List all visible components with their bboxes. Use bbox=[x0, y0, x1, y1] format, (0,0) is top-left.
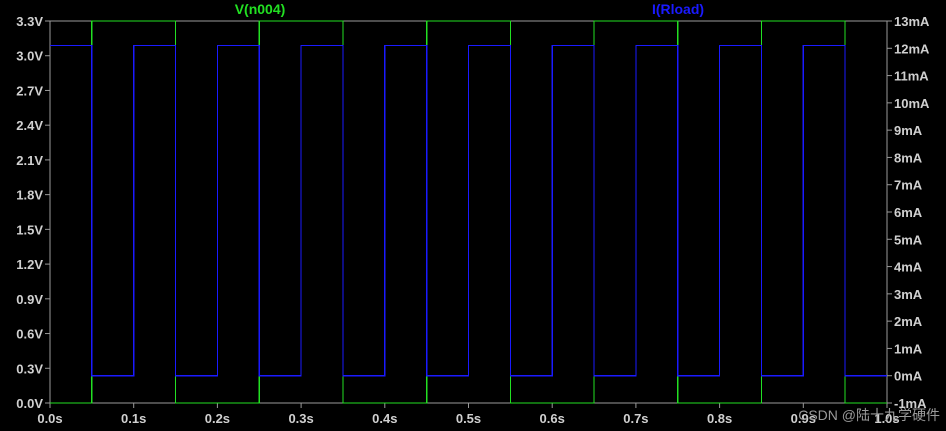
y-left-tick-label: 1.5V bbox=[16, 222, 43, 237]
x-tick-label: 0.5s bbox=[456, 411, 481, 426]
y-left-tick-label: 0.3V bbox=[16, 361, 43, 376]
y-left-tick-label: 1.8V bbox=[16, 188, 43, 203]
y-left-tick-label: 0.9V bbox=[16, 292, 43, 307]
y-right-tick-label: 7mA bbox=[894, 178, 923, 193]
y-left-tick-label: 0.6V bbox=[16, 327, 43, 342]
watermark-text: CSDN @陆十九学硬件 bbox=[798, 407, 940, 423]
x-tick-label: 0.7s bbox=[623, 411, 648, 426]
y-right-tick-label: 13mA bbox=[894, 14, 930, 29]
x-tick-label: 0.4s bbox=[372, 411, 397, 426]
chart-background bbox=[0, 0, 946, 431]
y-right-tick-label: 4mA bbox=[894, 260, 923, 275]
y-left-tick-label: 3.0V bbox=[16, 49, 43, 64]
y-right-tick-label: 0mA bbox=[894, 369, 923, 384]
series-line-i-rload bbox=[50, 44, 887, 377]
y-right-tick-label: 5mA bbox=[894, 232, 923, 247]
y-right-tick-label: 11mA bbox=[894, 69, 929, 84]
y-right-tick-label: 6mA bbox=[894, 205, 923, 220]
y-right-tick-label: 3mA bbox=[894, 287, 923, 302]
waveform-chart: 3.3V 3.0V 2.7V 2.4V 2.1V 1.8V 1.5V 1.2V 0.9V 0.6V… bbox=[0, 0, 946, 431]
y-right-tick-label: 10mA bbox=[894, 96, 930, 111]
x-tick-label: 0.0s bbox=[37, 411, 62, 426]
y-left-tick-label: 2.7V bbox=[16, 83, 43, 98]
y-right-tick-label: 9mA bbox=[894, 123, 923, 138]
y-right-tick-label: 12mA bbox=[894, 41, 930, 56]
y-left-tick-label: 2.4V bbox=[16, 118, 43, 133]
legend-series-i-rload: I(Rload) bbox=[652, 1, 704, 17]
y-left-tick-label: 0.0V bbox=[16, 396, 43, 411]
series-layer bbox=[50, 20, 887, 404]
x-tick-label: 0.8s bbox=[707, 411, 732, 426]
y-right-tick-label: 2mA bbox=[894, 314, 923, 329]
y-left-tick-label: 3.3V bbox=[16, 14, 43, 29]
x-tick-label: 0.6s bbox=[540, 411, 565, 426]
y-right-tick-label: 8mA bbox=[894, 150, 923, 165]
y-right-tick-label: 1mA bbox=[894, 341, 923, 356]
legend-series-v-n004: V(n004) bbox=[235, 1, 286, 17]
x-tick-label: 0.1s bbox=[121, 411, 146, 426]
y-left-tick-label: 2.1V bbox=[16, 153, 43, 168]
x-tick-label: 0.2s bbox=[205, 411, 230, 426]
x-tick-label: 0.3s bbox=[288, 411, 313, 426]
y-left-tick-label: 1.2V bbox=[16, 257, 43, 272]
